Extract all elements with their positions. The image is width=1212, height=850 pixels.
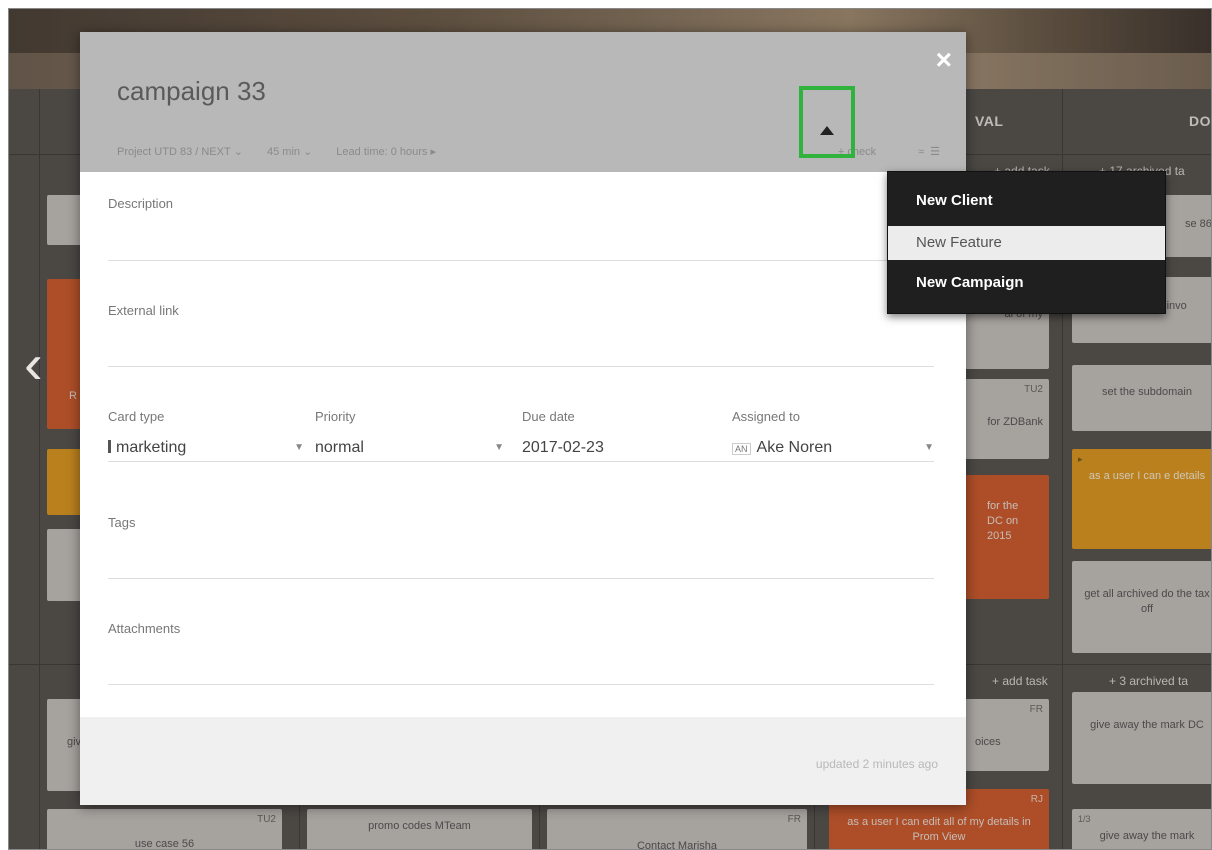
- due-date-input[interactable]: 2017-02-23: [504, 438, 730, 462]
- tags-label: Tags: [108, 515, 136, 530]
- menu-pointer: [820, 126, 834, 135]
- assigned-to-label: Assigned to: [732, 409, 800, 424]
- description-label: Description: [108, 196, 174, 211]
- modal-header: campaign 33 × Project UTD 83 / NEXT ⌄ 45…: [80, 32, 966, 172]
- updated-timestamp: updated 2 minutes ago: [815, 757, 938, 771]
- close-icon[interactable]: ×: [936, 46, 952, 74]
- estimate-selector[interactable]: 45 min ⌄: [267, 145, 312, 158]
- external-link-label: External link: [108, 303, 179, 318]
- card-type-menu: New Client New Feature New Campaign: [887, 171, 1166, 314]
- modal-body: Description External link Card type mark…: [80, 172, 966, 717]
- menu-item-new-feature[interactable]: New Feature: [888, 226, 1165, 260]
- card-type-label: Card type: [108, 409, 165, 424]
- project-selector[interactable]: Project UTD 83 / NEXT ⌄: [117, 145, 243, 158]
- card-meta: Project UTD 83 / NEXT ⌄ 45 min ⌄ Lead ti…: [117, 145, 436, 158]
- card-detail-modal: campaign 33 × Project UTD 83 / NEXT ⌄ 45…: [80, 32, 966, 805]
- add-checklist-button[interactable]: + check: [838, 146, 876, 158]
- external-link-field[interactable]: [108, 366, 934, 367]
- menu-item-new-client[interactable]: New Client: [888, 184, 1165, 218]
- menu-icon[interactable]: ☰: [930, 145, 940, 158]
- avatar: AN: [732, 442, 751, 455]
- priority-select[interactable]: normal ▼: [304, 438, 504, 462]
- priority-label: Priority: [315, 409, 356, 424]
- description-field[interactable]: [108, 260, 934, 261]
- assignee-select[interactable]: AN Ake Noren ▼: [730, 438, 934, 462]
- card-title[interactable]: campaign 33: [117, 76, 266, 107]
- attachments-label: Attachments: [108, 621, 181, 636]
- chevron-left-icon[interactable]: ‹: [24, 334, 64, 394]
- modal-footer: updated 2 minutes ago: [80, 717, 966, 805]
- lead-time: Lead time: 0 hours ▸: [336, 146, 436, 158]
- card-type-menu-button[interactable]: ≈: [918, 146, 924, 158]
- card-type-select[interactable]: marketing ▼: [108, 438, 304, 462]
- attachments-field[interactable]: [108, 684, 934, 685]
- tags-field[interactable]: [108, 578, 934, 579]
- card-actions: + check ≈ ☰: [838, 145, 940, 159]
- menu-item-new-campaign[interactable]: New Campaign: [888, 266, 1165, 300]
- due-date-label: Due date: [522, 409, 575, 424]
